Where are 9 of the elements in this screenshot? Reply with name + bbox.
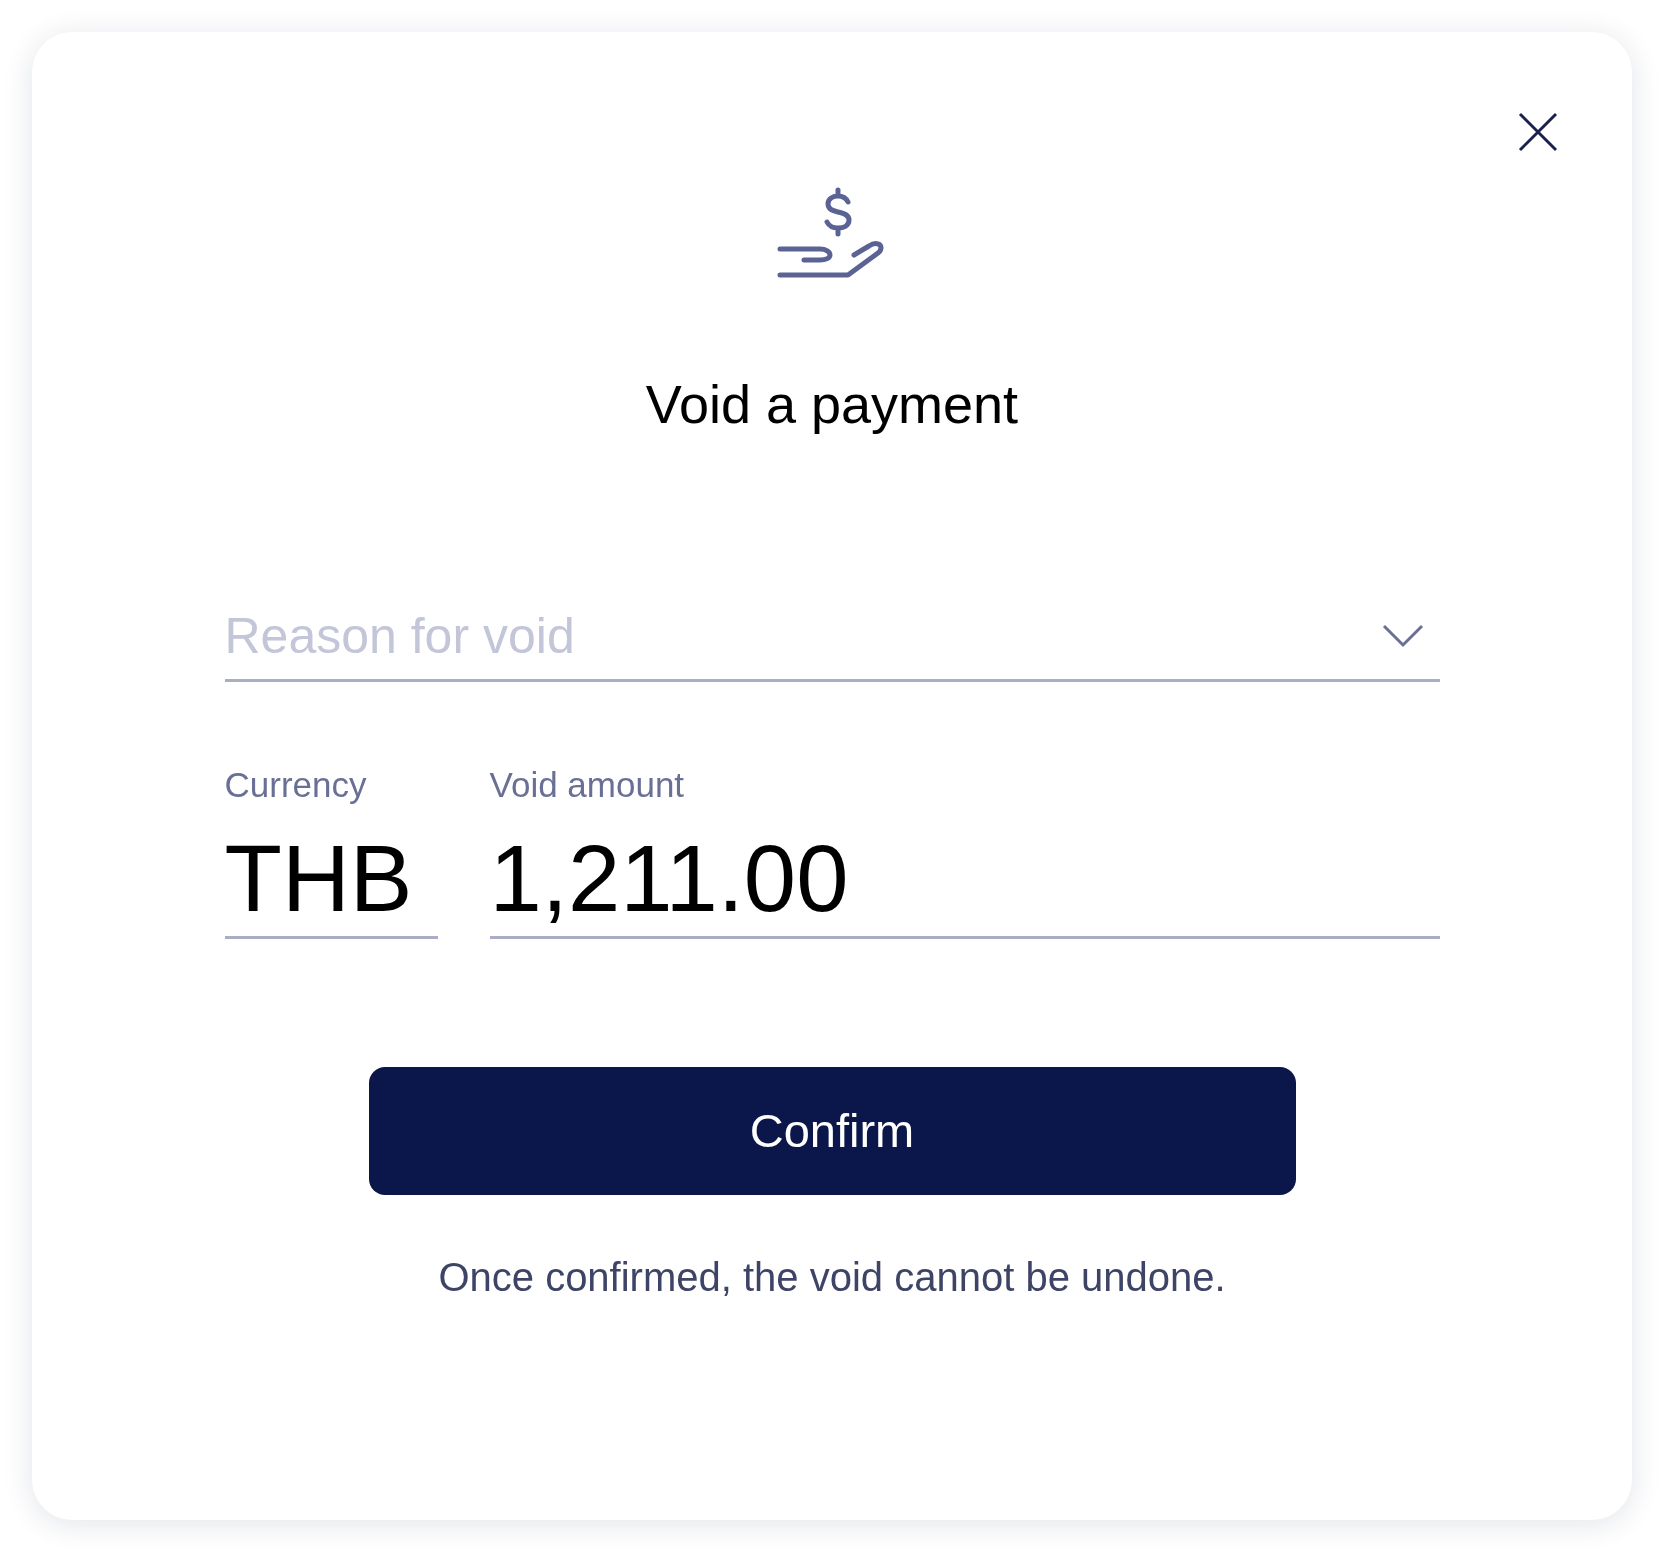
chevron-down-icon: [1381, 624, 1424, 648]
select-placeholder: Reason for void: [224, 611, 575, 661]
currency-field[interactable]: THB: [224, 832, 438, 939]
amount-field[interactable]: 1,211.00: [489, 832, 1440, 939]
warning-text: Once confirmed, the void cannot be undone.: [438, 1257, 1226, 1297]
confirm-button[interactable]: Confirm: [368, 1067, 1296, 1195]
amount-label: Void amount: [489, 767, 686, 802]
currency-label: Currency: [224, 767, 368, 802]
close-icon: [1518, 112, 1558, 152]
